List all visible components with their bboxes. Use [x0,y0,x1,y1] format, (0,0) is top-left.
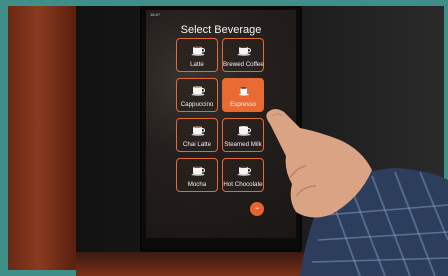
pointing-hand-photo [266,109,448,276]
vending-machine-photo: 16:47 Select Beverage Latte Brewed Coffe… [0,0,448,276]
